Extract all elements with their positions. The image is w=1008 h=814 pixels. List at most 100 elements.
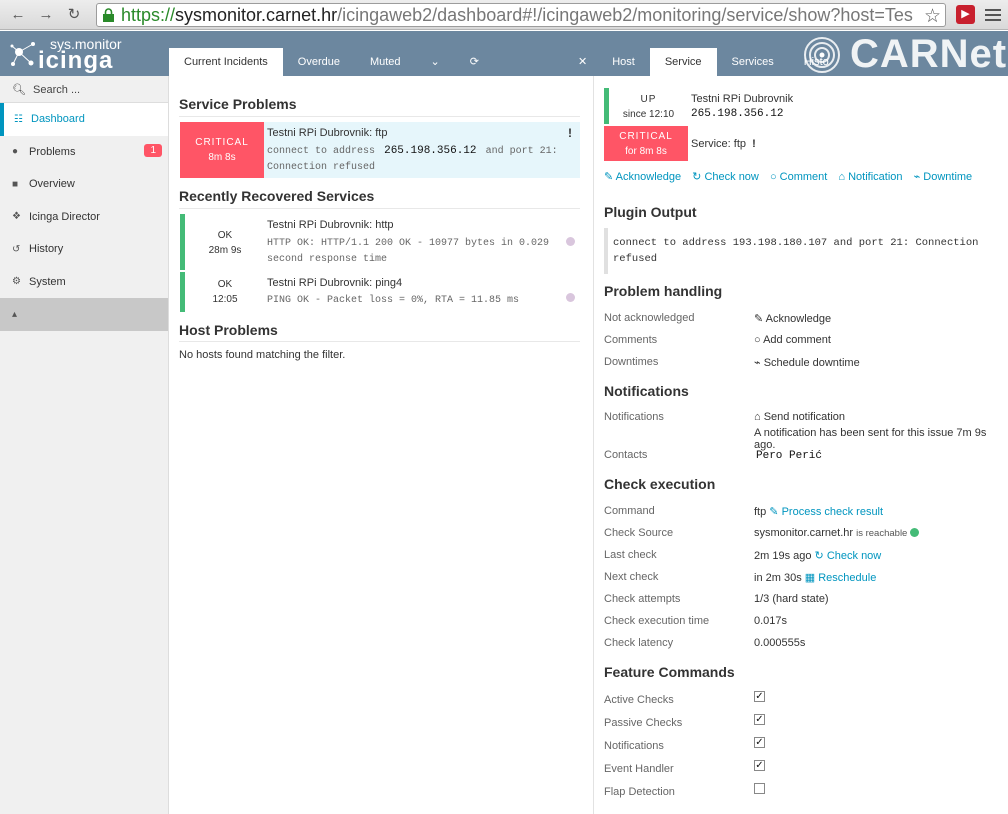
command-label: Command bbox=[604, 505, 655, 517]
comment-link[interactable]: ○ Comment bbox=[770, 171, 827, 183]
plugin-output-box: connect to address 193.198.180.107 and p… bbox=[604, 228, 999, 274]
carnet-wordmark: CARNet bbox=[850, 32, 1008, 76]
schedule-downtime-link[interactable]: ⌁ Schedule downtime bbox=[754, 356, 860, 369]
sidebar-item-user[interactable]: ▴ bbox=[0, 298, 168, 331]
comment-icon: ○ bbox=[769, 171, 780, 183]
icinga-logo[interactable]: sys.monitor icinga bbox=[6, 33, 166, 75]
service-name[interactable]: Testni RPi Dubrovnik: ftp bbox=[267, 127, 387, 139]
table-row[interactable]: OK 12:05 Testni RPi Dubrovnik: ping4 PIN… bbox=[180, 272, 580, 312]
sidebar-item-label: History bbox=[29, 243, 64, 256]
reachable-dot-icon bbox=[910, 528, 920, 537]
tab-host[interactable]: Host bbox=[597, 48, 650, 76]
not-acknowledged-label: Not acknowledged bbox=[604, 312, 695, 324]
notification-link[interactable]: ⌂ Notification bbox=[838, 171, 902, 183]
logo-title: icinga bbox=[38, 47, 114, 74]
process-check-result-link[interactable]: ✎ Process check result bbox=[769, 506, 883, 518]
host-state-box: UP since 12:10 bbox=[604, 88, 688, 124]
sidebar-item-overview[interactable]: ■ Overview bbox=[0, 168, 168, 201]
bell-icon: ⌂ bbox=[754, 411, 764, 423]
passive-checks-checkbox[interactable]: ✓ bbox=[754, 714, 765, 725]
contact-name[interactable]: Pero Perić bbox=[756, 450, 822, 462]
check-latency-value: 0.000555s bbox=[754, 637, 806, 649]
sidebar-item-label: System bbox=[29, 275, 66, 288]
binoculars-icon: ■ bbox=[12, 178, 19, 190]
sidebar-item-icinga-director[interactable]: ❖ Icinga Director bbox=[0, 201, 168, 234]
sidebar-item-dashboard[interactable]: ☷ Dashboard bbox=[0, 103, 168, 136]
event-handler-checkbox[interactable]: ✓ bbox=[754, 760, 765, 771]
browser-menu-icon[interactable] bbox=[985, 6, 1001, 22]
plug-icon: ⌁ bbox=[754, 357, 764, 369]
feature-commands-heading: Feature Commands bbox=[604, 664, 735, 680]
contacts-label: Contacts bbox=[604, 449, 648, 461]
sidebar-item-system[interactable]: ⚙ System bbox=[0, 266, 168, 299]
sidebar-item-label: Overview bbox=[29, 178, 75, 191]
comments-label: Comments bbox=[604, 334, 658, 346]
service-problem-row[interactable]: CRITICAL 8m 8s Testni RPi Dubrovnik: ftp… bbox=[180, 122, 580, 178]
add-comment-link[interactable]: ○ Add comment bbox=[754, 334, 831, 346]
host-problems-empty: No hosts found matching the filter. bbox=[179, 349, 346, 361]
close-icon[interactable]: ✕ bbox=[568, 48, 597, 76]
last-check-label: Last check bbox=[604, 549, 657, 561]
flap-detection-checkbox[interactable] bbox=[754, 783, 765, 794]
check-source-label: Check Source bbox=[604, 527, 674, 539]
edit-icon: ✎ bbox=[754, 313, 766, 325]
next-check-label: Next check bbox=[604, 571, 659, 583]
back-arrow-icon[interactable]: ← bbox=[8, 5, 28, 25]
status-badge: OK 12:05 bbox=[212, 279, 238, 305]
recovered-heading: Recently Recovered Services bbox=[179, 188, 375, 204]
reload-icon[interactable]: ↻ bbox=[64, 5, 84, 25]
sidebar-item-history[interactable]: ↺ History bbox=[0, 233, 168, 266]
search-input[interactable]: Search ... bbox=[33, 84, 80, 96]
active-checks-checkbox[interactable]: ✓ bbox=[754, 691, 765, 702]
acknowledge-link[interactable]: ✎ Acknowledge bbox=[754, 312, 831, 325]
check-execution-time-value: 0.017s bbox=[754, 615, 788, 627]
flag-icon: ! bbox=[752, 138, 756, 150]
notification-note: A notification has been sent for this is… bbox=[754, 427, 987, 451]
check-now-link[interactable]: ↻ Check now bbox=[815, 550, 882, 562]
send-notification-link[interactable]: ⌂ Send notification bbox=[754, 411, 845, 423]
search-icon: 🔍︎ bbox=[12, 84, 26, 96]
service-label: Service: ftp ! bbox=[691, 138, 756, 150]
service-actions: ✎ Acknowledge ↻ Check now ○ Comment ⌂ No… bbox=[604, 170, 972, 183]
tab-services[interactable]: Services bbox=[717, 48, 789, 76]
url-text: https://sysmonitor.carnet.hr/icingaweb2/… bbox=[121, 5, 913, 25]
bookmark-star-icon[interactable]: ☆ bbox=[924, 5, 941, 26]
forward-arrow-icon[interactable]: → bbox=[36, 5, 56, 25]
service-state: CRITICAL bbox=[619, 131, 673, 142]
acknowledge-link[interactable]: ✎ Acknowledge bbox=[604, 171, 681, 183]
tab-history[interactable]: Histo bbox=[789, 48, 829, 76]
refresh-icon[interactable]: ⟳ bbox=[455, 48, 494, 76]
downtime-link[interactable]: ⌁ Downtime bbox=[914, 171, 973, 183]
service-duration: for 8m 8s bbox=[625, 146, 667, 157]
address-bar[interactable]: https://sysmonitor.carnet.hr/icingaweb2/… bbox=[96, 3, 946, 27]
calendar-icon: ▦ bbox=[804, 572, 819, 584]
check-now-link[interactable]: ↻ Check now bbox=[692, 171, 759, 183]
status-badge: CRITICAL 8m 8s bbox=[180, 122, 264, 178]
history-icon: ↺ bbox=[12, 243, 21, 255]
chevron-down-icon[interactable]: ⌄ bbox=[416, 48, 455, 76]
tab-service[interactable]: Service bbox=[649, 48, 717, 76]
check-source-value: sysmonitor.carnet.hr is reachable bbox=[754, 527, 920, 539]
director-icon: ❖ bbox=[12, 211, 21, 223]
tab-muted[interactable]: Muted bbox=[355, 48, 416, 76]
tab-overdue[interactable]: Overdue bbox=[283, 48, 355, 76]
edit-icon: ✎ bbox=[604, 171, 616, 183]
check-attempts-label: Check attempts bbox=[604, 593, 681, 605]
service-name[interactable]: Testni RPi Dubrovnik: ping4 bbox=[267, 277, 402, 289]
sidebar-search[interactable]: 🔍︎ Search ... bbox=[0, 76, 168, 103]
host-name[interactable]: Testni RPi Dubrovnik bbox=[691, 93, 793, 105]
check-execution-time-label: Check execution time bbox=[604, 615, 710, 627]
host-since: since 12:10 bbox=[622, 109, 675, 120]
notifications-checkbox[interactable]: ✓ bbox=[754, 737, 765, 748]
host-address: 265.198.356.12 bbox=[691, 108, 784, 120]
plugin-output-heading: Plugin Output bbox=[604, 204, 697, 220]
sidebar-item-problems[interactable]: ● Problems 1 bbox=[0, 136, 168, 169]
service-name[interactable]: Testni RPi Dubrovnik: http bbox=[267, 219, 394, 231]
table-row[interactable]: OK 28m 9s Testni RPi Dubrovnik: http HTT… bbox=[180, 214, 580, 270]
check-attempts-value: 1/3 (hard state) bbox=[754, 593, 829, 605]
check-latency-label: Check latency bbox=[604, 637, 674, 649]
host-state: UP bbox=[640, 94, 657, 105]
reschedule-link[interactable]: ▦ Reschedule bbox=[805, 572, 877, 584]
extension-icon[interactable]: ▶ bbox=[956, 5, 975, 24]
tab-current-incidents[interactable]: Current Incidents bbox=[169, 48, 283, 76]
